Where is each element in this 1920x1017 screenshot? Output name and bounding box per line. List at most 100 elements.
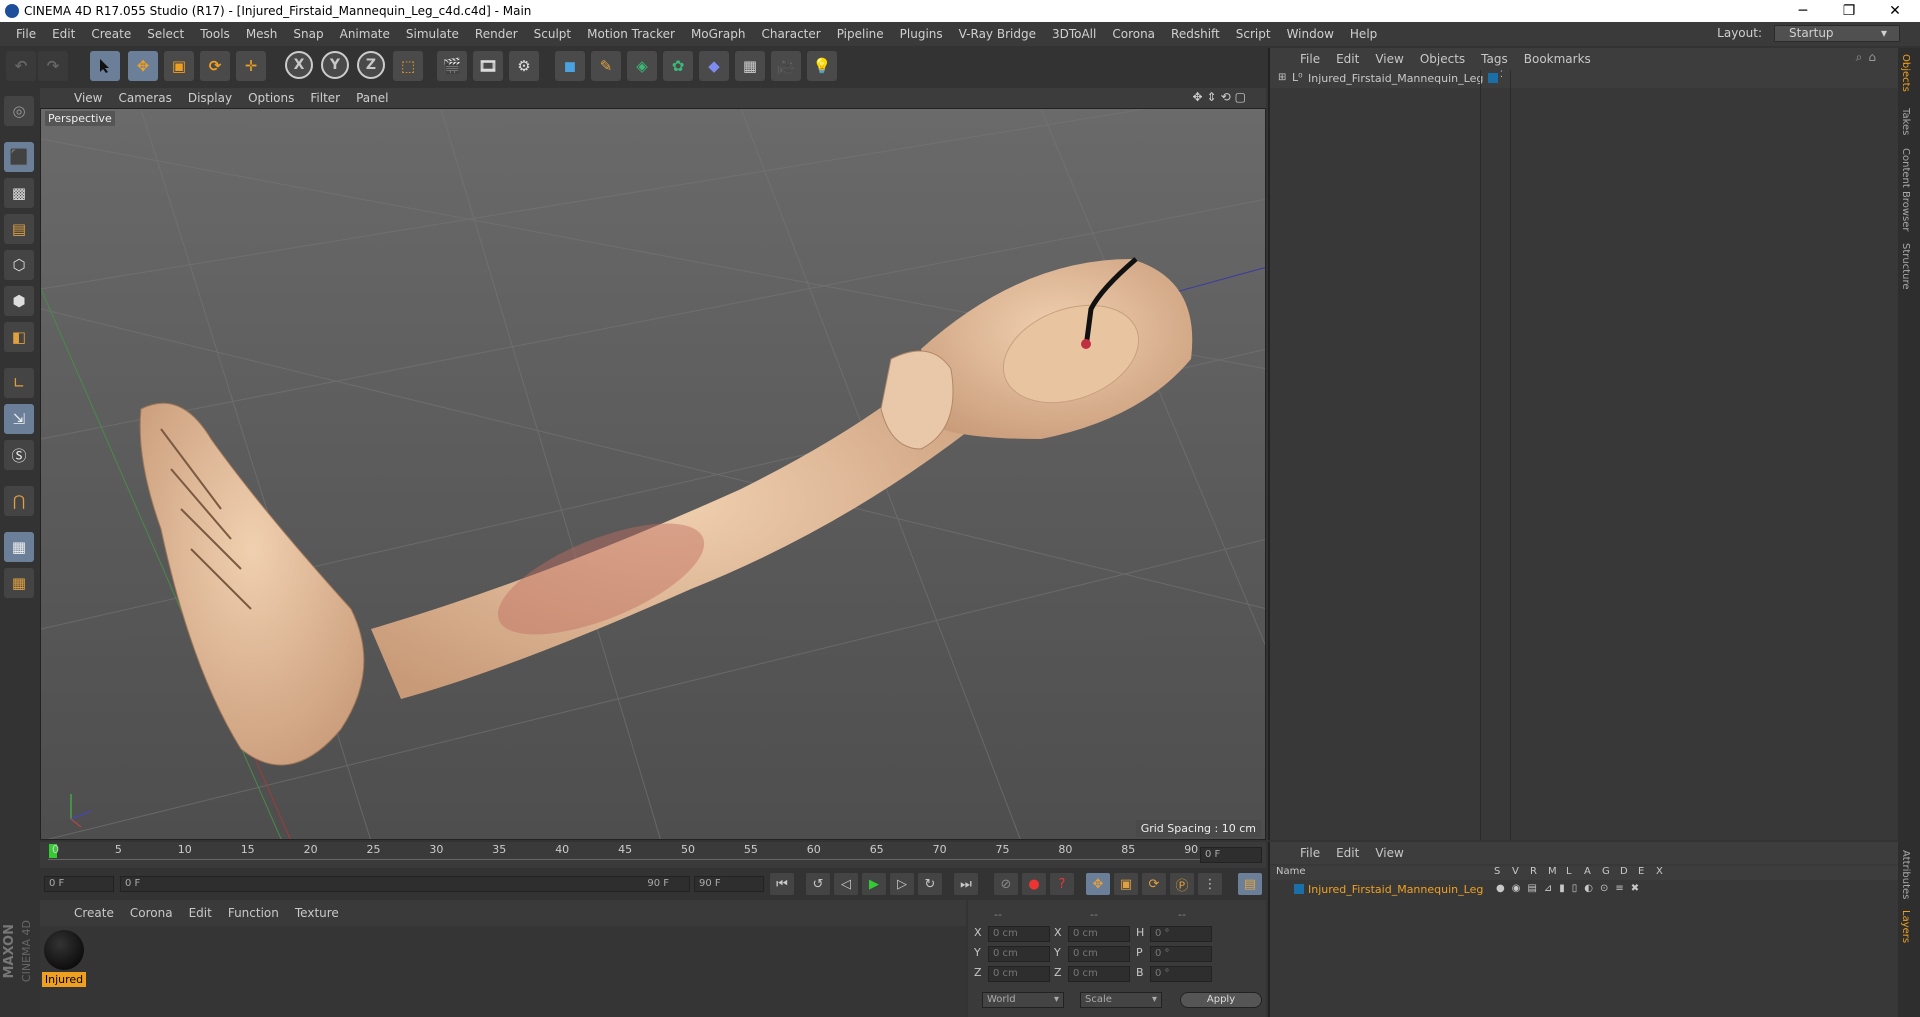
motion-record-icon[interactable]: ⊘ — [994, 873, 1018, 895]
layer-toggle-icons[interactable]: ●◉▤⊿▮▯◐⊙≡✖ — [1496, 883, 1646, 894]
viewport-nav-icons[interactable]: ✥⇕⟲▢ — [1184, 90, 1258, 104]
menu-snap[interactable]: Snap — [285, 27, 331, 41]
layers-menu-file[interactable]: File — [1292, 846, 1328, 860]
layer-row[interactable]: Injured_Firstaid_Mannequin_Leg ●◉▤⊿▮▯◐⊙≡… — [1270, 882, 1900, 898]
layer-color-swatch[interactable] — [1488, 73, 1498, 83]
object-row[interactable]: ⊞ L⁰ Injured_Firstaid_Mannequin_Leg ⁚ — [1270, 70, 1900, 88]
go-to-start-icon[interactable]: ⏮ — [770, 873, 794, 895]
cloner-icon[interactable]: ✿ — [663, 51, 693, 81]
subdivision-surface-icon[interactable]: ◈ — [627, 51, 657, 81]
menu-mograph[interactable]: MoGraph — [683, 27, 754, 41]
viewport-menu-view[interactable]: View — [66, 91, 110, 105]
coord-rotation-field[interactable]: 0 ° — [1150, 946, 1212, 962]
layers-menu-edit[interactable]: Edit — [1328, 846, 1367, 860]
menu-pipeline[interactable]: Pipeline — [829, 27, 892, 41]
menu-help[interactable]: Help — [1342, 27, 1385, 41]
layer-column-header[interactable]: A — [1584, 866, 1591, 877]
key-parameter-icon[interactable]: Ⓟ — [1170, 873, 1194, 895]
menu-script[interactable]: Script — [1228, 27, 1279, 41]
edges-mode-icon[interactable]: ⬢ — [4, 286, 34, 316]
preview-range-slider[interactable]: 0 F 90 F — [120, 876, 690, 892]
material-menu-corona[interactable]: Corona — [122, 906, 181, 920]
restore-button[interactable]: ❐ — [1826, 0, 1872, 22]
axis-mode-icon[interactable]: ∟ — [4, 368, 34, 398]
z-axis-lock-icon[interactable]: Z — [357, 51, 385, 79]
end-frame-field[interactable]: 90 F — [694, 876, 764, 892]
undo-icon[interactable]: ↶ — [6, 51, 36, 81]
layer-column-header[interactable]: R — [1530, 866, 1537, 877]
menu-animate[interactable]: Animate — [332, 27, 398, 41]
objects-menu-file[interactable]: File — [1292, 52, 1328, 66]
tab-layers[interactable]: Layers — [1900, 910, 1911, 943]
menu-motion-tracker[interactable]: Motion Tracker — [579, 27, 683, 41]
material-menu-create[interactable]: Create — [66, 906, 122, 920]
polygons-mode-icon[interactable]: ◧ — [4, 322, 34, 352]
coord-position-field[interactable]: 0 cm — [988, 926, 1050, 942]
visibility-dots-icon[interactable]: ⁚ — [1500, 70, 1503, 80]
layer-column-header[interactable]: E — [1638, 866, 1644, 877]
objects-menu-view[interactable]: View — [1367, 52, 1411, 66]
tab-content-browser[interactable]: Content Browser — [1900, 148, 1911, 231]
menu-redshift[interactable]: Redshift — [1163, 27, 1228, 41]
key-rotation-icon[interactable]: ⟳ — [1142, 873, 1166, 895]
layer-column-header[interactable]: M — [1548, 866, 1557, 877]
x-axis-lock-icon[interactable]: X — [285, 51, 313, 79]
y-axis-lock-icon[interactable]: Y — [321, 51, 349, 79]
tab-objects[interactable]: Objects — [1900, 54, 1911, 92]
menu-render[interactable]: Render — [467, 27, 526, 41]
current-frame-field[interactable]: 0 F — [1200, 847, 1262, 863]
floor-icon[interactable]: ▦ — [735, 51, 765, 81]
menu-window[interactable]: Window — [1279, 27, 1342, 41]
solo-icon[interactable]: Ⓢ — [4, 440, 34, 470]
size-mode-select[interactable]: Scale ▾ — [1080, 992, 1162, 1008]
play-icon[interactable]: ▶ — [862, 873, 886, 895]
cube-primitive-icon[interactable]: ◼ — [555, 51, 585, 81]
start-frame-field[interactable]: 0 F — [44, 876, 114, 892]
material-item[interactable]: Injured — [42, 928, 86, 987]
layer-column-header[interactable]: D — [1620, 866, 1628, 877]
viewport-menu-cameras[interactable]: Cameras — [110, 91, 179, 105]
menu-character[interactable]: Character — [753, 27, 828, 41]
move-tool-icon[interactable]: ✥ — [128, 51, 158, 81]
select-arrow-icon[interactable] — [90, 51, 120, 81]
layer-column-header[interactable]: V — [1512, 866, 1519, 877]
menu-3dtoall[interactable]: 3DToAll — [1044, 27, 1104, 41]
go-to-end-icon[interactable]: ⏭ — [954, 873, 978, 895]
timeline-window-icon[interactable]: ▤ — [1238, 873, 1262, 895]
scale-tool-icon[interactable]: ▣ — [164, 51, 194, 81]
viewport-menu-display[interactable]: Display — [180, 91, 240, 105]
3d-viewport[interactable]: Perspective Grid Spacing : 10 cm — [40, 108, 1266, 840]
layer-name[interactable]: Injured_Firstaid_Mannequin_Leg — [1308, 883, 1483, 896]
pen-spline-icon[interactable]: ✎ — [591, 51, 621, 81]
previous-key-icon[interactable]: ↺ — [806, 873, 830, 895]
menu-select[interactable]: Select — [139, 27, 192, 41]
next-frame-icon[interactable]: ▷ — [890, 873, 914, 895]
layer-column-header[interactable]: S — [1494, 866, 1500, 877]
menu-file[interactable]: File — [8, 27, 44, 41]
autokey-icon[interactable]: ? — [1050, 873, 1074, 895]
menu-simulate[interactable]: Simulate — [398, 27, 467, 41]
key-scale-icon[interactable]: ▣ — [1114, 873, 1138, 895]
coord-system-select[interactable]: World ▾ — [982, 992, 1064, 1008]
tweak-mode-icon[interactable]: ⇲ — [4, 404, 34, 434]
light-icon[interactable]: 💡 — [807, 51, 837, 81]
quantize-icon[interactable]: ▦ — [4, 568, 34, 598]
next-key-icon[interactable]: ↻ — [918, 873, 942, 895]
menu-mesh[interactable]: Mesh — [238, 27, 286, 41]
layer-color-swatch[interactable] — [1294, 884, 1304, 894]
record-keys-icon[interactable]: ● — [1022, 873, 1046, 895]
coord-size-field[interactable]: 0 cm — [1068, 926, 1130, 942]
render-view-icon[interactable]: 🎬 — [437, 51, 467, 81]
coord-size-field[interactable]: 0 cm — [1068, 966, 1130, 982]
coord-size-field[interactable]: 0 cm — [1068, 946, 1130, 962]
apply-button[interactable]: Apply — [1180, 992, 1262, 1008]
menu-vray-bridge[interactable]: V-Ray Bridge — [951, 27, 1044, 41]
objects-menu-bookmarks[interactable]: Bookmarks — [1516, 52, 1599, 66]
timeline-ruler[interactable]: 0 5 10 15 20 25 30 35 40 45 50 55 60 65 70 75 80 85 90 0 F — [40, 842, 1266, 868]
coord-position-field[interactable]: 0 cm — [988, 966, 1050, 982]
menu-sculpt[interactable]: Sculpt — [526, 27, 579, 41]
material-menu-function[interactable]: Function — [220, 906, 287, 920]
key-position-icon[interactable]: ✥ — [1086, 873, 1110, 895]
render-settings-icon[interactable]: ⚙ — [509, 51, 539, 81]
layer-column-header[interactable]: G — [1602, 866, 1610, 877]
